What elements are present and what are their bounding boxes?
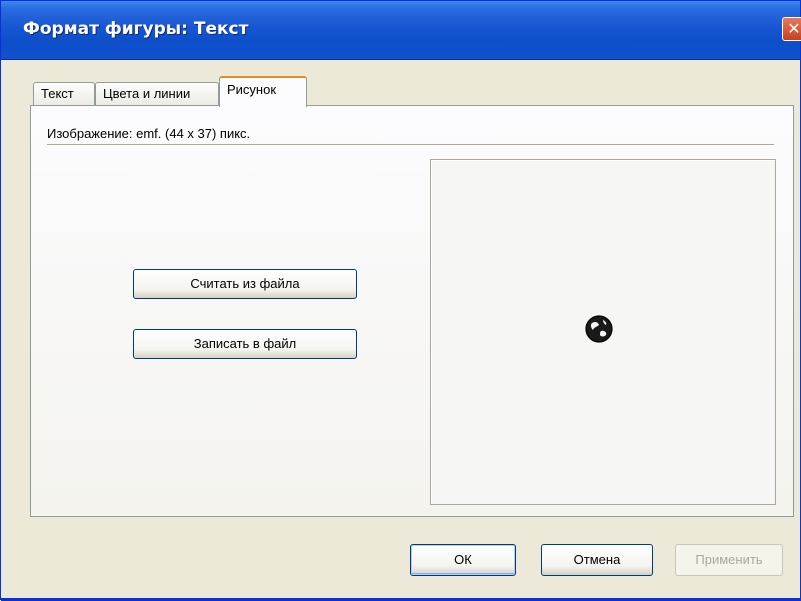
title-bar[interactable]: Формат фигуры: Текст ✕ xyxy=(1,1,801,60)
image-info-label: Изображение: emf. (44 x 37) пикс. xyxy=(47,126,251,141)
tab-colors-and-lines[interactable]: Цвета и линии xyxy=(95,82,219,106)
close-button[interactable]: ✕ xyxy=(782,17,801,41)
ok-button[interactable]: ОК xyxy=(410,544,516,576)
globe-icon xyxy=(585,315,613,343)
close-icon: ✕ xyxy=(787,19,801,38)
apply-button[interactable]: Применить xyxy=(675,544,783,576)
cancel-button[interactable]: Отмена xyxy=(541,544,653,576)
image-preview xyxy=(430,159,776,505)
picture-tab-panel: Изображение: emf. (44 x 37) пикс. Считат… xyxy=(30,105,794,517)
read-from-file-button[interactable]: Считать из файла xyxy=(133,269,357,299)
save-to-file-button[interactable]: Записать в файл xyxy=(133,329,357,359)
tab-picture[interactable]: Рисунок xyxy=(219,76,307,107)
dialog-title: Формат фигуры: Текст xyxy=(23,19,249,39)
tab-text[interactable]: Текст xyxy=(33,82,95,106)
format-shape-dialog: Формат фигуры: Текст ✕ Текст Цвета и лин… xyxy=(0,0,801,601)
divider xyxy=(47,144,774,146)
